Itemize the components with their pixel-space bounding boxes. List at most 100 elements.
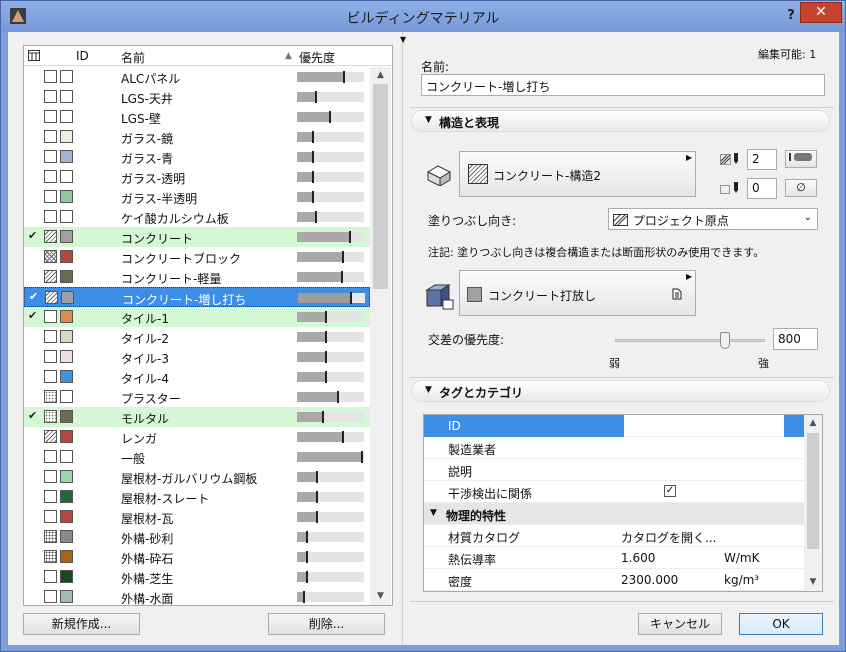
expand-arrow-icon[interactable]: ▼ — [430, 508, 437, 518]
surface-color-swatch — [60, 530, 73, 543]
tag-value[interactable]: 1.600 — [621, 551, 655, 565]
priority-bar-marker — [321, 411, 324, 423]
list-item[interactable]: 外構-砕石 — [24, 547, 370, 567]
priority-slider[interactable] — [615, 339, 765, 342]
list-item[interactable]: ガラス-鏡 — [24, 127, 370, 147]
priority-slider-thumb[interactable] — [719, 332, 730, 349]
tags-row[interactable]: 干渉検出に関係 ✓ — [424, 481, 804, 503]
list-item[interactable]: タイル-3 — [24, 347, 370, 367]
section-tags[interactable]: ▼ タグとカテゴリ — [411, 380, 830, 402]
line-type-button[interactable] — [785, 150, 817, 168]
tags-scrollbar[interactable]: ▲ ▼ — [804, 415, 822, 591]
empty-set-icon: ∅ — [796, 181, 806, 194]
tags-row[interactable]: 説明 — [424, 459, 804, 481]
close-button[interactable]: ✕ — [800, 2, 842, 23]
help-button[interactable]: ? — [781, 6, 801, 26]
scroll-thumb[interactable] — [373, 84, 388, 289]
list-item[interactable]: 一般 — [24, 447, 370, 467]
list-item[interactable]: ガラス-半透明 — [24, 187, 370, 207]
surface-color-swatch — [61, 291, 74, 304]
priority-bar — [297, 511, 364, 523]
scroll-thumb[interactable] — [807, 433, 819, 549]
list-item[interactable]: ✔ モルタル — [24, 407, 370, 427]
priority-bar-marker — [311, 171, 314, 183]
list-item[interactable]: 外構-芝生 — [24, 567, 370, 587]
list-item[interactable]: LGS-壁 — [24, 107, 370, 127]
surface-color-swatch — [60, 70, 73, 83]
priority-input[interactable]: 800 — [773, 328, 818, 350]
scroll-down-icon[interactable]: ▼ — [370, 588, 391, 605]
fill-pen-input[interactable]: 2 — [747, 149, 777, 170]
tags-row[interactable]: 製造業者 — [424, 437, 804, 459]
tag-value[interactable]: 2300.000 — [621, 573, 678, 587]
surface-color-swatch — [60, 350, 73, 363]
fill-orientation-label: 塗りつぶし向き: — [428, 214, 517, 228]
transparent-button[interactable]: ∅ — [785, 179, 817, 197]
tag-unit: kg/m³ — [724, 573, 760, 587]
columns-icon[interactable] — [28, 50, 40, 61]
checkbox-checked-icon[interactable]: ✓ — [664, 485, 676, 497]
title-bar[interactable]: ビルディングマテリアル ? ✕ — [1, 1, 845, 32]
priority-bar-fill — [297, 312, 328, 322]
tags-row[interactable]: 材質カタログ カタログを開く... — [424, 525, 804, 547]
tags-group-row[interactable]: ▼ 物理的特性 — [424, 503, 804, 525]
priority-bar-marker — [316, 471, 319, 483]
surface-name: コンクリート打放し — [488, 289, 597, 303]
fill-orientation-select[interactable]: プロジェクト原点 ⌄ — [608, 208, 818, 230]
tags-table[interactable]: ID 製造業者説明干渉検出に関係 ✓ ▼ 物理的特性材質カタログ カタログを開く... 熱伝… — [423, 414, 823, 592]
list-item[interactable]: ✔ コンクリート — [24, 227, 370, 247]
background-pen-input[interactable]: 0 — [747, 178, 777, 199]
list-item[interactable]: タイル-4 — [24, 367, 370, 387]
col-name[interactable]: 名前 — [121, 49, 145, 66]
list-item[interactable]: ALCパネル — [24, 67, 370, 87]
scroll-up-icon[interactable]: ▲ — [370, 67, 391, 84]
tag-key: 密度 — [448, 575, 473, 589]
new-button[interactable]: 新規作成... — [23, 613, 140, 635]
list-item[interactable]: コンクリート-軽量 — [24, 267, 370, 287]
list-item[interactable]: ガラス-透明 — [24, 167, 370, 187]
priority-bar-marker — [311, 191, 314, 203]
list-item[interactable]: レンガ — [24, 427, 370, 447]
tags-row[interactable]: 熱伝導率 1.600 W/mK — [424, 547, 804, 569]
list-item[interactable]: コンクリートブロック — [24, 247, 370, 267]
list-item[interactable]: LGS-天井 — [24, 87, 370, 107]
structure-fill-button[interactable]: コンクリート-構造2 ▶ — [459, 151, 696, 197]
tag-value[interactable]: カタログを開く... — [621, 529, 716, 546]
tags-row[interactable]: 密度 2300.000 kg/m³ — [424, 569, 804, 591]
col-id[interactable]: ID — [76, 49, 89, 63]
menu-arrow-icon: ▶ — [686, 153, 693, 162]
priority-bar-marker — [316, 491, 319, 503]
scroll-up-icon[interactable]: ▲ — [804, 415, 822, 432]
tag-key: 材質カタログ — [448, 531, 521, 545]
priority-bar-marker — [303, 591, 306, 603]
list-item[interactable]: 屋根材-ガルバリウム鋼板 — [24, 467, 370, 487]
list-item[interactable]: ケイ酸カルシウム板 — [24, 207, 370, 227]
list-scrollbar[interactable]: ▲ ▼ — [370, 67, 391, 605]
materials-list[interactable]: ID 名前 ▲ 優先度 ALCパネル LGS-天井 LGS-壁 ガラス-鏡 ガラス-青ガ… — [23, 45, 393, 606]
list-item[interactable]: タイル-2 — [24, 327, 370, 347]
list-item[interactable]: ✔ コンクリート-増し打ち — [24, 287, 370, 307]
orientation-icon — [612, 213, 628, 226]
tags-row[interactable]: ID — [424, 415, 804, 437]
list-item[interactable]: ✔ タイル-1 — [24, 307, 370, 327]
surface-color-swatch — [60, 490, 73, 503]
section-structure[interactable]: ▼ 構造と表現 — [411, 110, 830, 132]
name-field[interactable]: コンクリート-増し打ち — [421, 74, 825, 96]
list-item[interactable]: 屋根材-スレート — [24, 487, 370, 507]
cancel-button[interactable]: キャンセル — [638, 613, 722, 635]
col-priority[interactable]: 優先度 — [299, 49, 335, 66]
list-item[interactable]: 外構-砂利 — [24, 527, 370, 547]
ok-button[interactable]: OK — [739, 613, 823, 635]
delete-button[interactable]: 削除... — [268, 613, 385, 635]
collapse-icon[interactable]: ▼ — [400, 35, 406, 44]
material-name: ガラス-鏡 — [121, 132, 174, 146]
priority-bar-fill — [297, 252, 344, 262]
scroll-down-icon[interactable]: ▼ — [804, 574, 822, 591]
list-item[interactable]: プラスター — [24, 387, 370, 407]
panel-divider[interactable] — [402, 32, 403, 645]
list-item[interactable]: 外構-水面 — [24, 587, 370, 605]
list-item[interactable]: 屋根材-瓦 — [24, 507, 370, 527]
tag-key: 説明 — [448, 465, 473, 479]
surface-button[interactable]: コンクリート打放し ▶ — [459, 270, 696, 316]
list-item[interactable]: ガラス-青 — [24, 147, 370, 167]
